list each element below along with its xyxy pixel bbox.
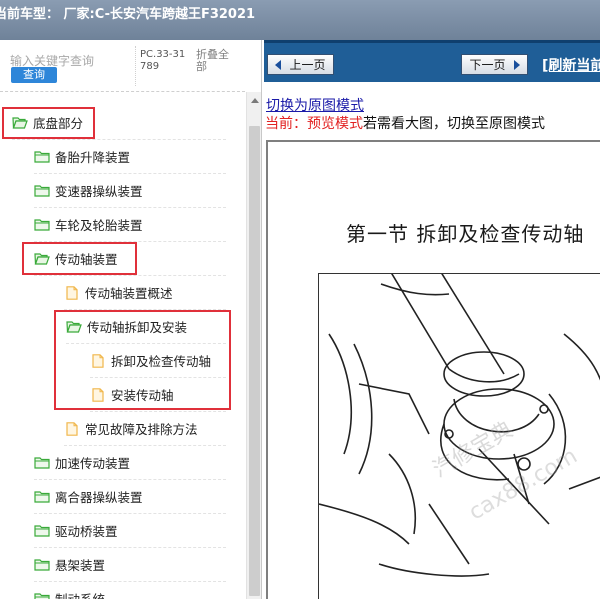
folder-icon <box>34 558 50 572</box>
highlight-box-driveshaft-removal <box>54 310 231 410</box>
tree-item[interactable]: 加速传动装置 <box>34 446 226 480</box>
folder-icon <box>34 490 50 504</box>
folder-icon <box>34 184 50 198</box>
page-nav-bar: 上一页 下一页 [刷新当前 <box>264 40 600 82</box>
content-pane: 上一页 下一页 [刷新当前 切换为原图模式 当前：预览模式若需看大图，切换至原图… <box>264 40 600 599</box>
tree-item-label: 常见故障及排除方法 <box>85 422 198 437</box>
next-page-button[interactable]: 下一页 <box>461 54 528 75</box>
catalog-panel: 查询 PC.33-31789 折叠全部 底盘部分备胎升降装置变速器操纵装置车轮及… <box>0 40 262 599</box>
catalog-code: PC.33-31789 <box>140 49 186 72</box>
prev-page-label: 上一页 <box>289 58 326 72</box>
document-viewer: 第一节 拆卸及检查传动轴 汽修宝典 cax88.com <box>266 140 600 599</box>
next-page-label: 下一页 <box>469 58 506 72</box>
right-arrow-icon <box>513 59 520 70</box>
folder-icon <box>34 592 50 599</box>
document-title: 第一节 拆卸及检查传动轴 <box>346 222 585 246</box>
tree-item[interactable]: 悬架装置 <box>34 548 226 582</box>
tree-item-label: 备胎升降装置 <box>55 150 131 165</box>
tree-item-label: 车轮及轮胎装置 <box>55 218 143 233</box>
tree-item-label: 传动轴装置概述 <box>85 286 173 301</box>
vehicle-header-text: 当前车型： 厂家:C-长安汽车跨越王F32021 <box>0 7 256 22</box>
tree-item-label: 变速器操纵装置 <box>55 184 143 199</box>
highlight-box-chassis <box>2 107 95 139</box>
column-divider <box>135 46 136 86</box>
current-mode-line: 当前：预览模式若需看大图，切换至原图模式 <box>265 113 545 133</box>
folder-icon <box>34 150 50 164</box>
vehicle-header: 当前车型： 厂家:C-长安汽车跨越王F32021 <box>0 0 600 40</box>
tree-item-label: 加速传动装置 <box>55 456 131 471</box>
tree-item[interactable]: 制动系统 <box>34 582 226 599</box>
tree-item-label: 悬架装置 <box>55 558 106 573</box>
scroll-thumb[interactable] <box>249 126 260 596</box>
tree-item[interactable]: 车轮及轮胎装置 <box>34 208 226 242</box>
search-button[interactable]: 查询 <box>11 67 57 83</box>
tree-item-label: 离合器操纵装置 <box>55 490 143 505</box>
left-arrow-icon <box>275 59 282 70</box>
switch-original-mode-link[interactable]: 切换为原图模式 <box>266 95 364 115</box>
tree-item-label: 制动系统 <box>55 589 105 599</box>
highlight-box-driveshaft <box>22 242 137 275</box>
document-icon <box>64 421 80 436</box>
tree-item[interactable]: 备胎升降装置 <box>34 140 226 174</box>
collapse-all-link[interactable]: 折叠全部 <box>196 49 236 73</box>
tree-item[interactable]: 传动轴装置概述 <box>64 276 226 310</box>
tree-item[interactable]: 离合器操纵装置 <box>34 480 226 514</box>
refresh-link[interactable]: [刷新当前 <box>542 55 600 75</box>
folder-icon <box>34 456 50 470</box>
prev-page-button[interactable]: 上一页 <box>267 54 334 75</box>
tree-item[interactable]: 驱动桥装置 <box>34 514 226 548</box>
folder-icon <box>34 524 50 538</box>
current-mode-hint: 若需看大图，切换至原图模式 <box>363 116 545 132</box>
scroll-up-icon[interactable] <box>251 98 259 103</box>
tree-item-label: 驱动桥装置 <box>55 524 118 539</box>
tree-scrollbar[interactable] <box>246 92 261 599</box>
document-icon <box>64 285 80 300</box>
current-mode-label: 当前：预览模式 <box>265 116 363 132</box>
search-bar: 查询 PC.33-31789 折叠全部 <box>0 40 245 92</box>
folder-icon <box>34 218 50 232</box>
tree-item[interactable]: 常见故障及排除方法 <box>64 412 226 446</box>
tree-item[interactable]: 变速器操纵装置 <box>34 174 226 208</box>
